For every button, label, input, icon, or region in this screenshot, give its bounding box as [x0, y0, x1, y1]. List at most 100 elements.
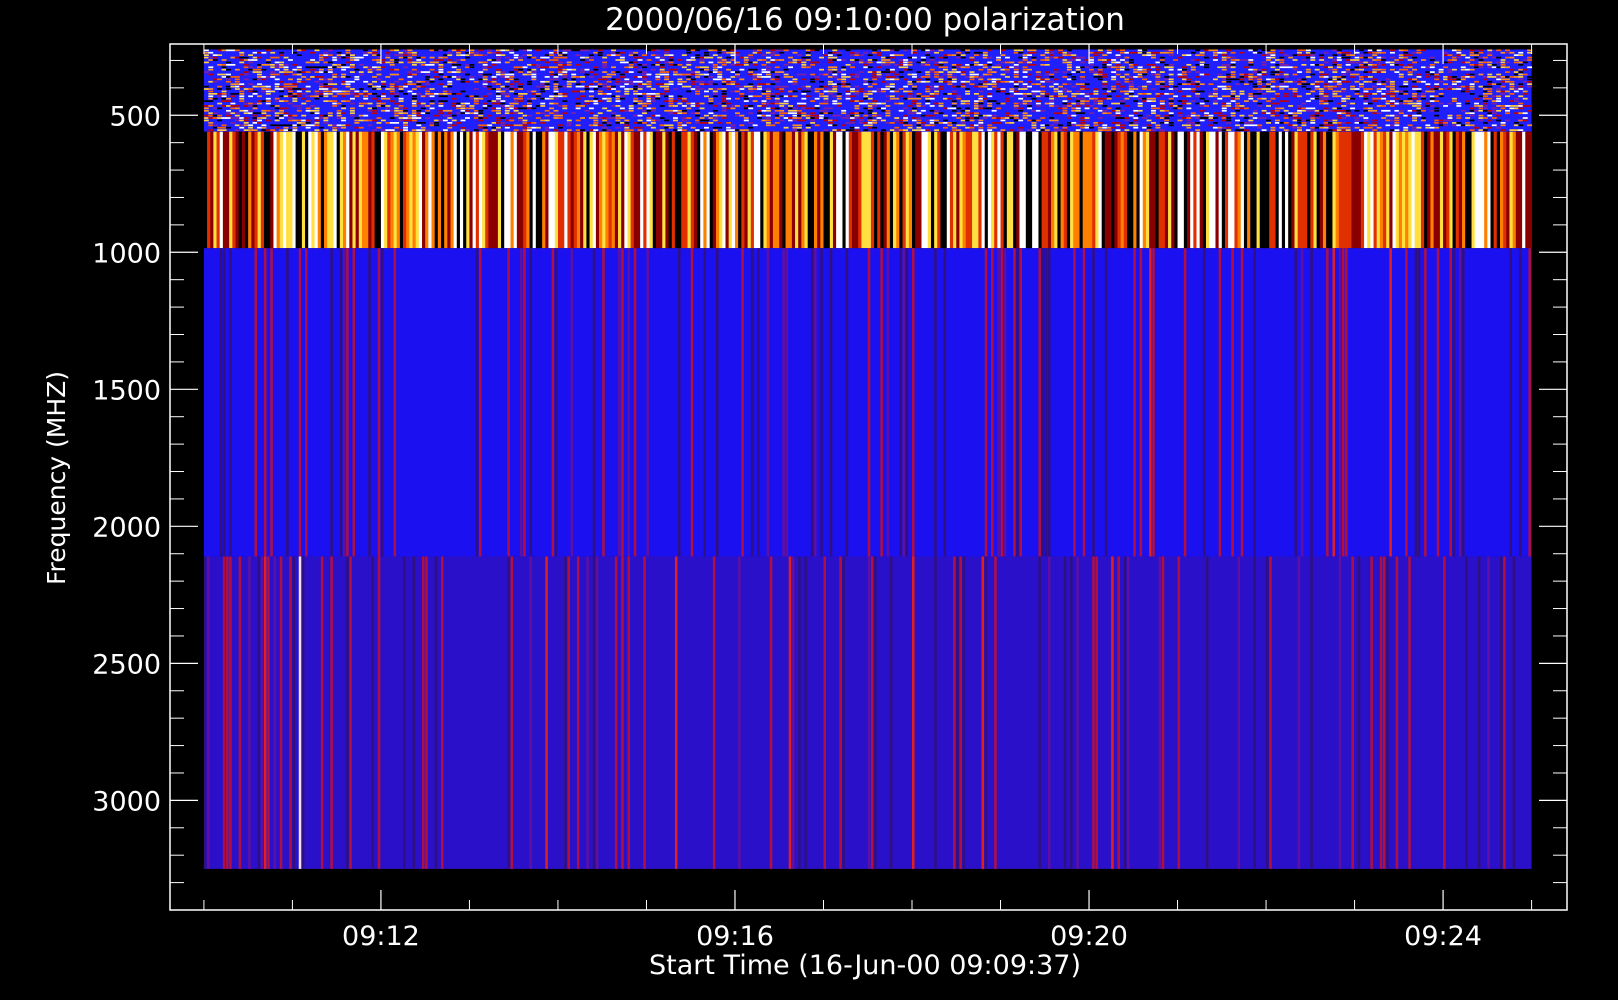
speckle	[1080, 122, 1086, 124]
speckle	[296, 93, 302, 95]
speckle	[876, 88, 882, 90]
speckle	[628, 61, 634, 64]
speckle	[296, 78, 302, 81]
speckle	[1328, 85, 1333, 88]
speckle	[504, 109, 510, 112]
speckle	[279, 88, 285, 90]
speckle	[349, 56, 355, 59]
speckle	[633, 88, 639, 90]
speckle	[1137, 66, 1143, 69]
speckle	[234, 83, 240, 86]
speckle	[411, 105, 417, 107]
speckle	[1181, 73, 1187, 76]
speckle	[1372, 63, 1378, 66]
speckle	[850, 100, 855, 102]
speckle	[681, 124, 687, 127]
speckle	[712, 95, 718, 98]
speckle	[1173, 85, 1179, 88]
speckle	[1363, 88, 1369, 90]
speckle	[363, 102, 369, 105]
speckle	[885, 56, 891, 59]
speckle	[500, 124, 506, 127]
speckle	[239, 61, 245, 64]
speckle	[469, 63, 475, 66]
speckle	[1301, 59, 1307, 61]
speckle	[615, 83, 621, 86]
speckle	[951, 109, 957, 112]
speckle	[1288, 56, 1294, 59]
speckle	[1190, 88, 1196, 90]
speckle	[659, 56, 665, 59]
stripe	[1190, 131, 1194, 249]
speckle	[792, 114, 798, 117]
speckle	[863, 93, 869, 95]
speckle	[867, 102, 873, 105]
speckle	[602, 83, 608, 86]
speckle	[1367, 102, 1373, 105]
speckle	[495, 100, 501, 102]
speckle	[1358, 76, 1364, 78]
stripe	[1401, 131, 1406, 249]
speckle	[642, 73, 647, 76]
speckle	[535, 105, 541, 107]
speckle	[451, 124, 457, 127]
speckle	[1314, 117, 1320, 119]
speckle	[1425, 85, 1431, 88]
speckle	[1443, 122, 1449, 124]
stripe	[1360, 131, 1365, 249]
speckle	[261, 109, 267, 112]
speckle	[1124, 51, 1130, 54]
speckle	[1018, 56, 1024, 59]
speckle	[805, 49, 811, 52]
speckle	[801, 61, 807, 64]
speckle	[203, 119, 209, 122]
speckle	[593, 124, 599, 127]
speckle	[850, 73, 855, 76]
stripe	[513, 131, 518, 249]
speckle	[951, 126, 957, 129]
speckle	[757, 76, 763, 78]
stripe	[1041, 131, 1046, 249]
speckle	[703, 83, 709, 86]
stripe	[1316, 131, 1321, 249]
speckle	[314, 80, 320, 83]
speckle	[708, 97, 714, 100]
speckle	[1031, 119, 1037, 122]
speckle	[226, 63, 231, 66]
speckle	[1084, 102, 1090, 105]
speckle	[1221, 78, 1227, 81]
speckle	[456, 93, 462, 95]
speckle	[1358, 95, 1364, 98]
speckle	[1381, 117, 1387, 119]
speckle	[1252, 51, 1258, 54]
speckle	[779, 105, 785, 107]
speckle	[633, 54, 639, 57]
stripe	[257, 131, 262, 249]
speckle	[1478, 61, 1484, 64]
speckle	[655, 76, 661, 78]
speckle	[526, 63, 532, 66]
speckle	[606, 117, 612, 119]
speckle	[549, 97, 555, 100]
speckle	[203, 51, 209, 54]
speckle	[1195, 63, 1201, 66]
speckle	[389, 83, 395, 86]
speckle	[478, 78, 484, 81]
speckle	[1128, 61, 1134, 64]
speckle	[1035, 105, 1041, 107]
speckle	[1416, 88, 1422, 90]
speckle	[978, 97, 984, 100]
speckle	[1518, 54, 1524, 57]
speckle	[1367, 61, 1373, 64]
speckle	[832, 100, 838, 102]
speckle	[783, 117, 789, 119]
speckle	[703, 51, 709, 54]
speckle	[287, 83, 293, 86]
speckle	[230, 56, 236, 59]
speckle	[757, 85, 763, 88]
speckle	[1133, 124, 1139, 127]
speckle	[1018, 119, 1024, 122]
speckle	[358, 93, 364, 95]
speckle	[1004, 112, 1010, 115]
speckle	[1513, 88, 1519, 90]
